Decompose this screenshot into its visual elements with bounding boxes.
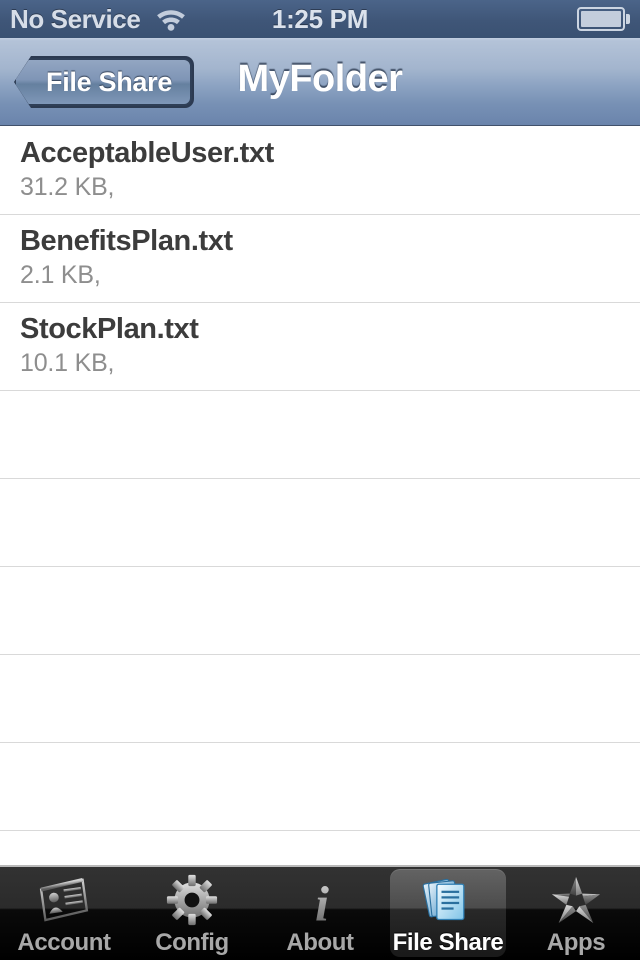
- table-row-empty: [0, 391, 640, 479]
- carrier-label: No Service: [10, 3, 141, 34]
- status-bar: No Service 1:25 PM: [0, 0, 640, 38]
- tab-bar: Account Config i About File Share Apps: [0, 865, 640, 960]
- table-row-empty: [0, 743, 640, 831]
- tab-config[interactable]: Config: [128, 867, 256, 960]
- table-row[interactable]: AcceptableUser.txt 31.2 KB,: [0, 127, 640, 215]
- tab-about[interactable]: i About: [256, 867, 384, 960]
- stacked-documents-icon: [420, 872, 476, 928]
- file-name-label: BenefitsPlan.txt: [20, 225, 233, 257]
- clock-label: 1:25 PM: [271, 3, 369, 34]
- tab-about-label: About: [286, 929, 354, 956]
- battery-icon: [577, 7, 630, 31]
- wifi-icon: [157, 10, 186, 31]
- file-size-label: 31.2 KB,: [20, 173, 115, 201]
- gear-icon: [164, 872, 220, 928]
- file-list[interactable]: AcceptableUser.txt 31.2 KB, BenefitsPlan…: [0, 127, 640, 865]
- tab-file-share-label: File Share: [392, 929, 504, 956]
- tab-account[interactable]: Account: [0, 867, 128, 960]
- tab-account-label: Account: [17, 929, 111, 956]
- tab-apps-label: Apps: [546, 929, 606, 956]
- file-name-label: StockPlan.txt: [20, 313, 199, 345]
- info-i-icon: i: [292, 872, 348, 928]
- star-icon: [548, 872, 604, 928]
- svg-text:i: i: [315, 875, 329, 927]
- battery-body: [577, 7, 625, 31]
- tab-apps[interactable]: Apps: [512, 867, 640, 960]
- table-row[interactable]: StockPlan.txt 10.1 KB,: [0, 303, 640, 391]
- table-row-empty: [0, 567, 640, 655]
- contact-card-icon: [36, 872, 92, 928]
- page-title: MyFolder: [237, 58, 403, 100]
- battery-fill: [581, 11, 621, 27]
- table-row-empty: [0, 831, 640, 865]
- iphone-screen: No Service 1:25 PM File Share MyFolder A…: [0, 0, 640, 960]
- battery-nub: [626, 14, 630, 24]
- file-size-label: 10.1 KB,: [20, 349, 115, 377]
- file-name-label: AcceptableUser.txt: [20, 137, 274, 169]
- tab-config-label: Config: [155, 929, 229, 956]
- table-row[interactable]: BenefitsPlan.txt 2.1 KB,: [0, 215, 640, 303]
- tab-file-share[interactable]: File Share: [384, 867, 512, 960]
- table-row-empty: [0, 655, 640, 743]
- navigation-bar: File Share MyFolder: [0, 38, 640, 126]
- table-row-empty: [0, 479, 640, 567]
- file-size-label: 2.1 KB,: [20, 261, 101, 289]
